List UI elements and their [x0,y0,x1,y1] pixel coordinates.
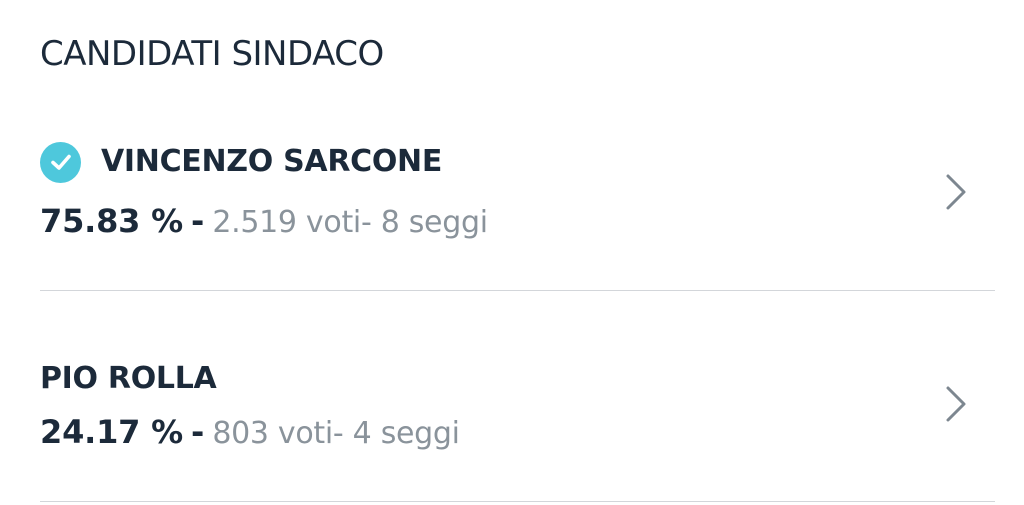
candidate-name: VINCENZO SARCONE [101,144,443,179]
candidate-name-row: VINCENZO SARCONE [40,140,442,184]
stats-separator: - [191,413,205,451]
candidate-row-2[interactable]: PIO ROLLA 24.17 % -803 voti- 4 seggi [40,346,995,502]
candidate-stats: 75.83 % -2.519 voti- 8 seggi [40,201,488,247]
check-circle-icon [40,141,81,183]
candidate-votes-seats: 2.519 voti- 8 seggi [212,205,488,240]
candidate-percentage: 24.17 % [40,413,184,451]
chevron-right-icon[interactable] [943,172,969,212]
candidate-name-row: PIO ROLLA [40,357,217,401]
candidate-name: PIO ROLLA [40,361,217,396]
candidate-votes-seats: 803 voti- 4 seggi [212,416,460,451]
candidate-stats: 24.17 % -803 voti- 4 seggi [40,412,460,458]
section-title: CANDIDATI SINDACO [40,34,384,74]
chevron-right-icon[interactable] [943,384,969,424]
candidate-percentage: 75.83 % [40,202,184,240]
candidate-row-1[interactable]: VINCENZO SARCONE 75.83 % -2.519 voti- 8 s… [40,126,995,291]
stats-separator: - [191,202,205,240]
